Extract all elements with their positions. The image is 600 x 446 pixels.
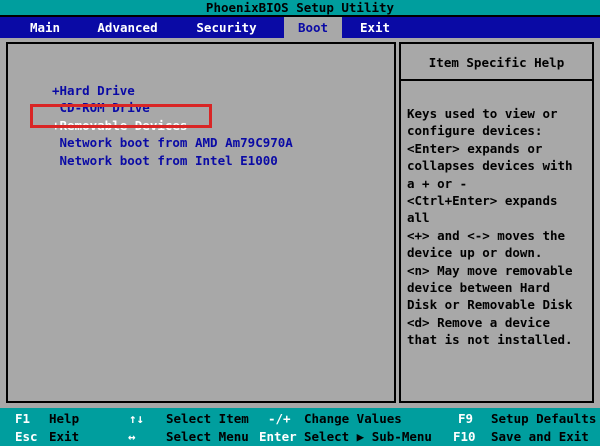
label-select-item: Select Item (166, 411, 249, 426)
title-bar: PhoenixBIOS Setup Utility (0, 0, 600, 15)
label-select-menu: Select Menu (166, 429, 249, 444)
key-minus-plus: -/+ (268, 411, 291, 426)
content-area: +Hard Drive CD-ROM Drive +Removable Devi… (0, 38, 600, 408)
boot-device-list-panel: +Hard Drive CD-ROM Drive +Removable Devi… (6, 42, 396, 403)
tab-boot[interactable]: Boot (284, 17, 342, 38)
key-leftright-icon: ↔ (128, 429, 136, 444)
boot-item-hard-drive[interactable]: +Hard Drive (52, 82, 135, 100)
key-esc: Esc (15, 429, 38, 444)
label-change-values: Change Values (304, 411, 402, 426)
help-panel-title: Item Specific Help (401, 44, 592, 81)
red-annotation-box (30, 104, 212, 128)
tab-main[interactable]: Main (15, 17, 75, 38)
boot-item-network-amd[interactable]: Network boot from AMD Am79C970A (52, 134, 293, 152)
label-select-submenu: Select ▶ Sub-Menu (304, 429, 432, 444)
key-f1: F1 (15, 411, 31, 426)
tab-security[interactable]: Security (184, 17, 269, 38)
key-f9: F9 (458, 411, 474, 426)
key-f10: F10 (453, 429, 476, 444)
menu-bar: Main Advanced Security Boot Exit (0, 15, 600, 38)
tab-exit[interactable]: Exit (344, 17, 406, 38)
tab-advanced[interactable]: Advanced (85, 17, 170, 38)
label-save-and-exit: Save and Exit (491, 429, 589, 444)
label-help: Help (49, 411, 80, 426)
key-hint-bar: F1 Help ↑↓ Select Item -/+ Change Values… (0, 408, 600, 446)
label-setup-defaults: Setup Defaults (491, 411, 597, 426)
key-updown-icon: ↑↓ (129, 411, 145, 426)
boot-item-network-intel[interactable]: Network boot from Intel E1000 (52, 152, 278, 170)
help-panel: Item Specific Help Keys used to view or … (399, 42, 594, 403)
app-title: PhoenixBIOS Setup Utility (205, 0, 395, 15)
key-enter: Enter (259, 429, 297, 444)
label-exit: Exit (49, 429, 80, 444)
help-panel-text: Keys used to view or configure devices: … (407, 106, 573, 348)
